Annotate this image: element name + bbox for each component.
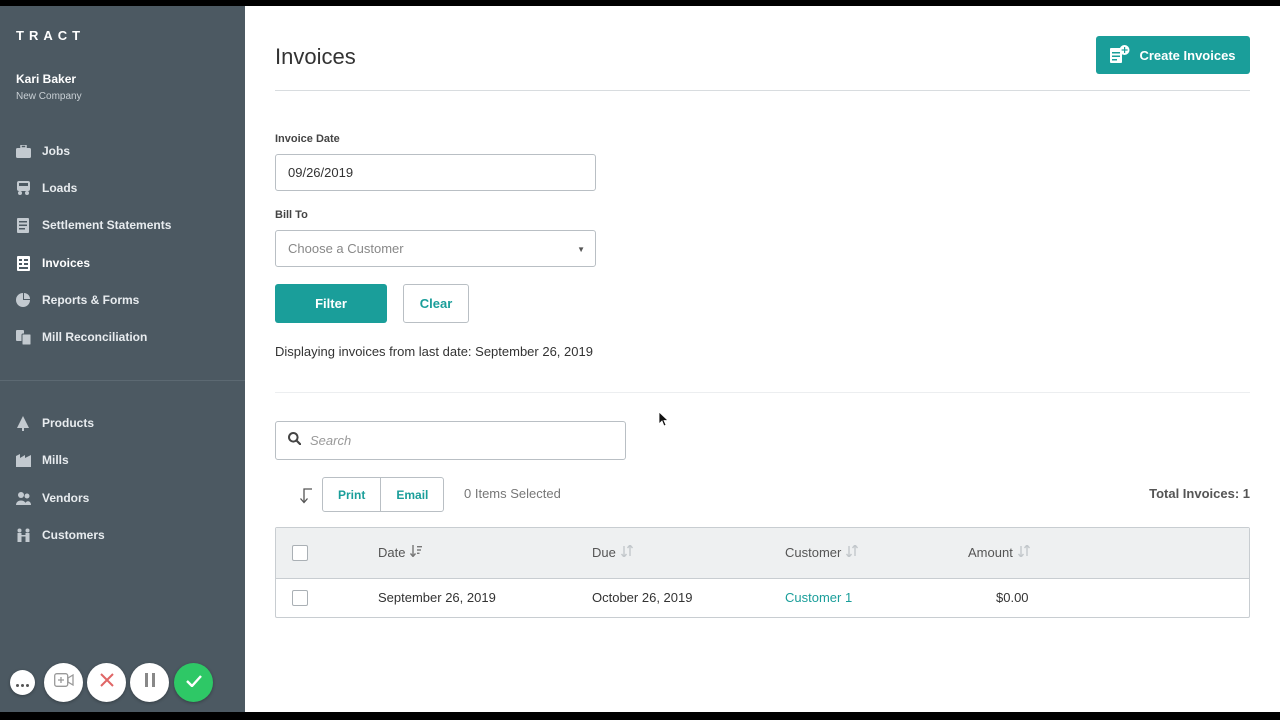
more-icon [16, 674, 29, 692]
invoice-date-field[interactable]: 09/26/2019 [275, 154, 596, 191]
sidebar-item-label: Reports & Forms [42, 293, 140, 307]
column-label: Amount [968, 545, 1013, 560]
user-company: New Company [16, 91, 82, 102]
app-logo: TRACT [16, 28, 86, 43]
email-button[interactable]: Email [380, 478, 443, 511]
cell-customer-link[interactable]: Customer 1 [785, 590, 852, 605]
more-options-button[interactable] [10, 670, 35, 695]
select-all-checkbox[interactable] [292, 545, 308, 561]
mouse-cursor-icon [658, 411, 670, 432]
sidebar-item-label: Invoices [42, 256, 91, 270]
row-checkbox[interactable] [292, 590, 308, 606]
create-invoices-label: Create Invoices [1139, 47, 1236, 63]
sidebar-item-mill-reconciliation[interactable]: Mill Reconciliation [0, 322, 245, 352]
column-header-date[interactable]: Date [378, 545, 423, 560]
cell-due: October 26, 2019 [592, 590, 693, 605]
finish-recording-button[interactable] [174, 663, 213, 702]
invoice-date-value: 09/26/2019 [288, 165, 354, 180]
search-input[interactable]: Search [275, 421, 626, 460]
people-icon [15, 527, 31, 543]
pie-chart-icon [15, 292, 31, 308]
section-divider [275, 392, 1250, 393]
sidebar-item-settlement-statements[interactable]: Settlement Statements [0, 210, 245, 240]
cell-amount: $0.00 [996, 590, 1029, 605]
sidebar-item-reports-forms[interactable]: Reports & Forms [0, 285, 245, 315]
sort-icon [1017, 543, 1030, 560]
create-invoices-button[interactable]: Create Invoices [1096, 36, 1250, 74]
sidebar-item-invoices[interactable]: Invoices [0, 248, 245, 278]
sidebar-item-label: Mills [42, 453, 69, 467]
caret-down-icon: ▼ [577, 245, 585, 254]
tree-icon [15, 415, 31, 431]
sort-icon [620, 543, 633, 560]
camera-toggle-button[interactable] [44, 663, 83, 702]
display-status-text: Displaying invoices from last date: Sept… [275, 344, 593, 359]
column-label: Customer [785, 545, 842, 560]
main-content: Invoices Create Invoices Invoice Date 09… [245, 6, 1280, 712]
sidebar-item-vendors[interactable]: Vendors [0, 483, 245, 513]
checkmark-icon [185, 674, 202, 692]
sidebar-item-label: Vendors [42, 491, 90, 505]
column-header-customer[interactable]: Customer [785, 543, 859, 560]
cancel-recording-button[interactable] [87, 663, 126, 702]
filter-button[interactable]: Filter [275, 284, 387, 323]
sidebar-item-label: Jobs [42, 144, 71, 158]
invoice-date-label: Invoice Date [275, 133, 340, 145]
sidebar-item-label: Products [42, 416, 95, 430]
sort-icon [846, 543, 859, 560]
reconcile-icon [15, 329, 31, 345]
clear-button[interactable]: Clear [403, 284, 469, 323]
briefcase-icon [15, 143, 31, 159]
pause-recording-button[interactable] [130, 663, 169, 702]
sidebar-divider [0, 380, 245, 381]
sidebar-item-label: Mill Reconciliation [42, 330, 148, 344]
items-selected-count: 0 Items Selected [464, 486, 561, 501]
column-label: Date [378, 545, 406, 560]
sort-direction-icon[interactable] [297, 487, 315, 505]
invoices-table: Date Due Customer Amount September 26, 2… [275, 527, 1250, 618]
invoice-icon [15, 255, 31, 271]
sidebar-item-loads[interactable]: Loads [0, 173, 245, 203]
sort-desc-icon [410, 545, 423, 560]
users-icon [15, 490, 31, 506]
add-document-icon [1110, 44, 1130, 66]
bill-to-select[interactable]: Choose a Customer ▼ [275, 230, 596, 267]
search-icon [288, 431, 302, 450]
sidebar-item-mills[interactable]: Mills [0, 445, 245, 475]
close-icon [99, 673, 114, 692]
sidebar-item-label: Customers [42, 528, 105, 542]
column-header-due[interactable]: Due [592, 543, 633, 560]
bill-to-placeholder: Choose a Customer [288, 241, 404, 256]
sidebar-item-customers[interactable]: Customers [0, 520, 245, 550]
bill-to-label: Bill To [275, 209, 308, 221]
document-icon [15, 217, 31, 233]
truck-icon [15, 180, 31, 196]
column-header-amount[interactable]: Amount [968, 543, 1030, 560]
column-label: Due [592, 545, 616, 560]
user-name[interactable]: Kari Baker [16, 72, 76, 86]
search-placeholder: Search [310, 433, 352, 448]
app-window: TRACT Kari Baker New Company Jobs Loads … [0, 6, 1280, 712]
sidebar-item-label: Loads [42, 181, 78, 195]
sidebar: TRACT Kari Baker New Company Jobs Loads … [0, 6, 245, 712]
header-divider [275, 90, 1250, 91]
sidebar-item-jobs[interactable]: Jobs [0, 136, 245, 166]
pause-icon [144, 673, 155, 692]
sidebar-item-label: Settlement Statements [42, 218, 172, 232]
print-button[interactable]: Print [323, 478, 380, 511]
bulk-actions-group: Print Email [322, 477, 445, 512]
factory-icon [15, 452, 31, 468]
page-title: Invoices [275, 44, 356, 69]
total-invoices: Total Invoices: 1 [1149, 486, 1250, 501]
video-camera-icon [53, 673, 74, 692]
cell-date: September 26, 2019 [378, 590, 496, 605]
table-header: Date Due Customer Amount [276, 528, 1249, 579]
sidebar-item-products[interactable]: Products [0, 408, 245, 438]
